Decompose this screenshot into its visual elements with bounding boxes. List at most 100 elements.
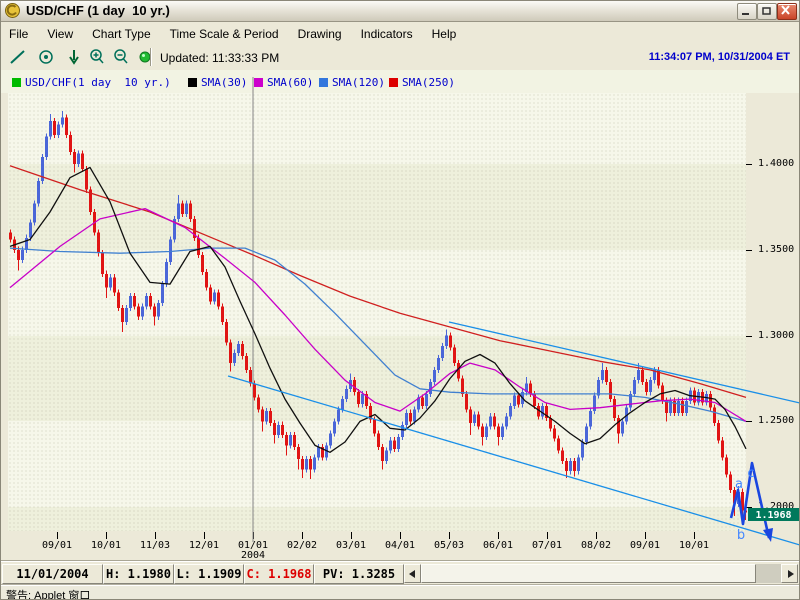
price-axis-tick xyxy=(746,421,752,422)
quote-pivot-box: PV: 1.3285 xyxy=(314,564,404,584)
time-axis-tick xyxy=(498,532,499,539)
restore-button[interactable] xyxy=(757,3,777,20)
legend-item: SMA(30) xyxy=(188,76,247,89)
minimize-icon xyxy=(738,4,754,17)
time-axis-label: 09/01 xyxy=(35,540,79,551)
close-icon xyxy=(778,4,794,17)
time-axis-tick xyxy=(351,532,352,539)
legend-swatch xyxy=(188,78,197,87)
legend-label: SMA(250) xyxy=(402,76,455,89)
price-axis-label: 1.2500 xyxy=(758,415,794,426)
title-bar[interactable]: USD/CHF (1 day 10 yr.) xyxy=(0,0,800,22)
legend-item: SMA(120) xyxy=(319,76,385,89)
time-axis-tick xyxy=(57,532,58,539)
scroll-left-icon xyxy=(409,570,415,578)
time-axis-label: 10/01 xyxy=(84,540,128,551)
price-axis-tick xyxy=(746,507,752,508)
time-axis-tick xyxy=(155,532,156,539)
quote-high-box: H: 1.1980 xyxy=(103,564,174,584)
price-axis: 1.4000 1.3500 1.3000 1.2500 1.2000 xyxy=(746,93,800,562)
time-axis-tick xyxy=(547,532,548,539)
chart-plot-area[interactable] xyxy=(8,93,746,531)
zoom-out-icon[interactable] xyxy=(112,48,132,66)
menu-item-time-scale-period[interactable]: Time Scale & Period xyxy=(170,27,279,41)
time-axis-label: 07/01 xyxy=(525,540,569,551)
horizontal-scrollbar[interactable] xyxy=(404,564,798,583)
menu-item-help[interactable]: Help xyxy=(432,27,457,41)
price-axis-tick xyxy=(746,164,752,165)
legend-item: SMA(250) xyxy=(389,76,455,89)
legend-label: USD/CHF(1 day 10 yr.) xyxy=(25,76,171,89)
scroll-right-button[interactable] xyxy=(781,564,798,583)
scroll-right-icon xyxy=(788,570,794,578)
time-axis-label: 04/01 xyxy=(378,540,422,551)
time-axis: 09/0110/0111/0312/0101/01200402/0203/010… xyxy=(0,531,746,562)
time-axis-tick xyxy=(449,532,450,539)
time-axis-tick xyxy=(253,532,254,539)
time-axis-tick xyxy=(694,532,695,539)
menu-item-file[interactable]: File xyxy=(9,27,28,41)
legend-item: SMA(60) xyxy=(254,76,313,89)
quote-status-row: 11/01/2004 H: 1.1980 L: 1.1909 C: 1.1968… xyxy=(0,561,800,586)
time-axis-label: 10/01 xyxy=(672,540,716,551)
menu-item-view[interactable]: View xyxy=(47,27,73,41)
window-title: USD/CHF (1 day 10 yr.) xyxy=(26,3,170,18)
time-axis-year-label: 2004 xyxy=(231,550,275,561)
price-axis-label: 1.4000 xyxy=(758,158,794,169)
toolbar-separator xyxy=(150,48,151,66)
time-axis-tick xyxy=(645,532,646,539)
legend-item: USD/CHF(1 day 10 yr.) xyxy=(12,76,171,89)
minimize-button[interactable] xyxy=(737,3,757,20)
legend-swatch xyxy=(12,78,21,87)
plot-texture xyxy=(8,93,746,531)
time-axis-tick xyxy=(302,532,303,539)
time-axis-label: 05/03 xyxy=(427,540,471,551)
quote-date-box: 11/01/2004 xyxy=(2,564,103,584)
quote-low-box: L: 1.1909 xyxy=(174,564,244,584)
applet-warning-bar: 警告: Applet 窗口 xyxy=(0,585,800,600)
time-axis-label: 08/02 xyxy=(574,540,618,551)
time-axis-label: 11/03 xyxy=(133,540,177,551)
legend-swatch xyxy=(389,78,398,87)
menu-bar: File View Chart Type Time Scale & Period Dra… xyxy=(0,22,800,45)
price-axis-label: 1.2000 xyxy=(758,501,794,512)
time-axis-label: 03/01 xyxy=(329,540,373,551)
down-arrow-tool-icon[interactable] xyxy=(64,48,84,66)
time-axis-tick xyxy=(400,532,401,539)
legend-label: SMA(30) xyxy=(201,76,247,89)
time-axis-tick xyxy=(596,532,597,539)
toolbar: Updated: 11:33:33 PM 11:34:07 PM, 10/31/… xyxy=(0,45,800,71)
price-axis-tick xyxy=(746,336,752,337)
close-button[interactable] xyxy=(777,3,797,20)
legend-label: SMA(120) xyxy=(332,76,385,89)
trendline-tool-icon[interactable] xyxy=(8,48,28,66)
scrollbar-thumb[interactable] xyxy=(421,564,756,583)
time-axis-label: 12/01 xyxy=(182,540,226,551)
legend-label: SMA(60) xyxy=(267,76,313,89)
time-axis-label: 06/01 xyxy=(476,540,520,551)
updated-label: Updated: 11:33:33 PM xyxy=(160,51,279,65)
connection-status-ball-icon xyxy=(136,48,156,66)
scroll-left-button[interactable] xyxy=(404,564,421,583)
crosshair-tool-icon[interactable] xyxy=(36,48,56,66)
legend-swatch xyxy=(319,78,328,87)
legend-swatch xyxy=(254,78,263,87)
menu-item-indicators[interactable]: Indicators xyxy=(361,27,413,41)
time-axis-label: 02/02 xyxy=(280,540,324,551)
price-axis-label: 1.3000 xyxy=(758,330,794,341)
time-axis-label: 09/01 xyxy=(623,540,667,551)
server-clock: 11:34:07 PM, 10/31/2004 ET xyxy=(649,51,790,63)
time-axis-tick xyxy=(106,532,107,539)
price-axis-tick xyxy=(746,250,752,251)
applet-warning-text: 警告: Applet 窗口 xyxy=(6,587,90,600)
zoom-in-icon[interactable] xyxy=(88,48,108,66)
menu-item-drawing[interactable]: Drawing xyxy=(298,27,342,41)
app-logo-icon xyxy=(5,3,20,18)
restore-icon xyxy=(758,4,774,17)
quote-close-box: C: 1.1968 xyxy=(244,564,314,584)
price-axis-label: 1.3500 xyxy=(758,244,794,255)
menu-item-chart-type[interactable]: Chart Type xyxy=(92,27,150,41)
time-axis-tick xyxy=(204,532,205,539)
chart-legend: USD/CHF(1 day 10 yr.) SMA(30) SMA(60) SMA(1… xyxy=(0,70,800,94)
chart-left-margin xyxy=(0,93,8,562)
